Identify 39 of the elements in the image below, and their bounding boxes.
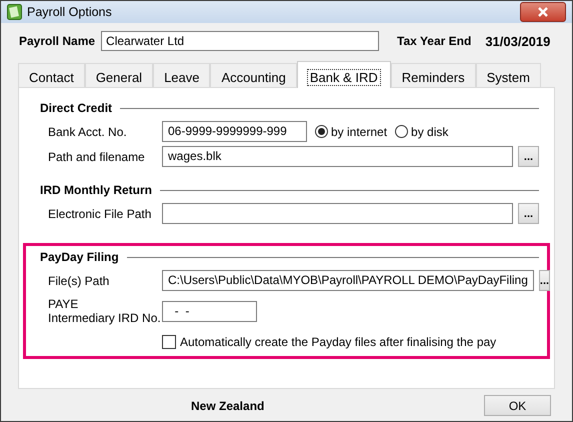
field-label: Tax Year End bbox=[397, 34, 472, 48]
tab[interactable]: Contact bbox=[18, 63, 85, 87]
field-label: Electronic File Path bbox=[47, 206, 152, 220]
browse-button[interactable]: ... bbox=[518, 146, 539, 167]
tab[interactable]: Accounting bbox=[210, 63, 297, 87]
tab[interactable]: General bbox=[84, 63, 154, 87]
field-label: PAYE Intermediary IRD No. bbox=[47, 297, 162, 325]
tab[interactable]: Reminders bbox=[390, 63, 476, 87]
tab[interactable]: Leave bbox=[153, 63, 210, 87]
radio-label: by internet bbox=[331, 124, 388, 138]
close-button[interactable] bbox=[520, 2, 566, 22]
input-field[interactable] bbox=[162, 203, 513, 224]
checkbox-label: Automatically create the Payday files after finalising the pay bbox=[180, 334, 496, 348]
radio-label: by disk bbox=[411, 124, 448, 138]
country-label: New Zealand bbox=[191, 398, 264, 412]
input-field[interactable]: C:\Users\Public\Data\MYOB\Payroll\PAYROLL DEMO\PayDayFiling bbox=[162, 270, 534, 291]
close-icon bbox=[538, 7, 548, 17]
browse-button[interactable]: ... bbox=[518, 203, 539, 224]
field-label: Bank Acct. No. bbox=[47, 124, 128, 138]
tax-year-end-value: 31/03/2019 bbox=[485, 34, 550, 48]
section-title: Direct Credit bbox=[40, 101, 112, 115]
field-label: Payroll Name bbox=[19, 34, 96, 48]
field-label: File(s) Path bbox=[47, 274, 110, 288]
radio-button[interactable] bbox=[395, 125, 408, 138]
field-label: Path and filename bbox=[47, 150, 146, 164]
tab[interactable]: System bbox=[476, 63, 541, 87]
window-title: Payroll Options bbox=[27, 5, 113, 19]
ok-button[interactable]: OK bbox=[484, 395, 551, 416]
section-title: IRD Monthly Return bbox=[40, 183, 152, 197]
section-title: PayDay Filing bbox=[40, 250, 119, 264]
browse-button[interactable]: ... bbox=[538, 270, 550, 291]
checkbox[interactable] bbox=[162, 334, 176, 348]
radio-button[interactable] bbox=[315, 125, 328, 138]
app-icon bbox=[7, 4, 22, 20]
input-field[interactable]: Clearwater Ltd bbox=[101, 31, 380, 51]
input-field[interactable]: - - bbox=[162, 300, 257, 322]
input-field[interactable]: 06-9999-9999999-999 bbox=[162, 121, 307, 142]
tab[interactable]: Bank & IRD bbox=[296, 61, 391, 88]
input-field[interactable]: wages.blk bbox=[162, 146, 513, 167]
